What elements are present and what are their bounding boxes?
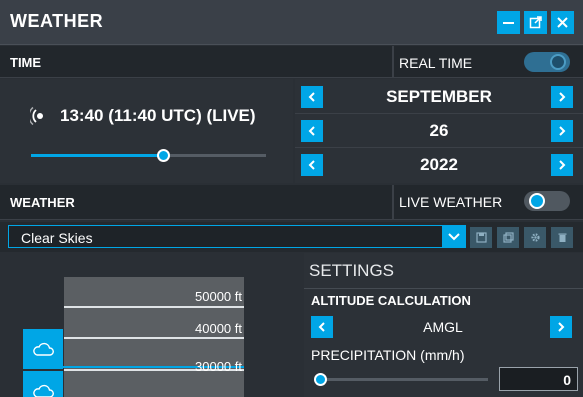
year-value: 2022 xyxy=(420,155,458,174)
undock-button[interactable] xyxy=(524,11,547,34)
close-icon xyxy=(557,17,568,28)
toggle-knob xyxy=(550,54,566,70)
time-section-label: TIME xyxy=(10,55,42,70)
day-picker: 26 xyxy=(295,115,583,148)
precipitation-label: PRECIPITATION (mm/h) xyxy=(311,347,465,363)
chevron-right-icon xyxy=(559,160,566,170)
year-next-button[interactable] xyxy=(551,154,573,176)
window-title: WEATHER xyxy=(10,11,104,31)
precipitation-slider-thumb[interactable] xyxy=(314,373,327,386)
chevron-right-icon xyxy=(559,126,566,136)
live-broadcast-icon xyxy=(30,106,43,126)
save-as-preset-button[interactable] xyxy=(497,227,519,248)
save-icon xyxy=(475,232,487,243)
time-header: TIME REAL TIME xyxy=(0,46,583,78)
toggle-knob xyxy=(529,193,545,209)
dropdown-toggle-button[interactable] xyxy=(442,226,465,247)
chevron-left-icon xyxy=(318,322,325,332)
altitude-calc-prev-button[interactable] xyxy=(311,316,333,338)
altitude-calc-value: AMGL xyxy=(423,319,463,335)
date-picker-area: SEPTEMBER 26 2022 xyxy=(295,79,583,183)
real-time-toggle[interactable] xyxy=(524,52,570,72)
title-bar[interactable]: WEATHER xyxy=(0,0,583,45)
settings-title: SETTINGS xyxy=(309,261,395,280)
preset-value: Clear Skies xyxy=(21,230,93,246)
altitude-diagram: 50000 ft 40000 ft 30000 ft xyxy=(0,253,302,397)
month-next-button[interactable] xyxy=(551,86,573,108)
cloud-layer-button[interactable] xyxy=(23,371,63,397)
header-divider xyxy=(392,46,394,78)
altitude-line-50000 xyxy=(64,306,244,308)
gear-icon xyxy=(530,233,540,242)
chevron-right-icon xyxy=(558,322,565,332)
month-value: SEPTEMBER xyxy=(386,87,492,106)
live-weather-toggle[interactable] xyxy=(524,191,570,211)
time-readout: 13:40 (11:40 UTC) (LIVE) xyxy=(60,106,256,125)
time-slider-thumb[interactable] xyxy=(157,149,170,162)
time-slider-fill xyxy=(31,154,163,157)
weather-preset-dropdown[interactable]: Clear Skies xyxy=(8,225,466,248)
time-display-area: 13:40 (11:40 UTC) (LIVE) xyxy=(0,79,293,183)
day-value: 26 xyxy=(429,121,449,140)
altitude-calculation-label: ALTITUDE CALCULATION xyxy=(311,293,471,308)
chevron-left-icon xyxy=(308,160,315,170)
preset-row: Clear Skies xyxy=(0,222,583,252)
delete-preset-button[interactable] xyxy=(551,227,573,248)
month-prev-button[interactable] xyxy=(301,86,323,108)
weather-header: WEATHER LIVE WEATHER xyxy=(0,185,583,220)
chevron-left-icon xyxy=(308,92,315,102)
close-button[interactable] xyxy=(551,11,574,34)
month-picker: SEPTEMBER xyxy=(295,81,583,114)
external-window-icon xyxy=(529,16,542,29)
live-weather-label: LIVE WEATHER xyxy=(399,194,503,210)
altitude-label-30000: 30000 ft xyxy=(195,359,242,374)
real-time-label: REAL TIME xyxy=(399,55,473,71)
chevron-left-icon xyxy=(308,126,315,136)
settings-panel: SETTINGS ALTITUDE CALCULATION AMGL PRECI… xyxy=(304,253,583,397)
chevron-down-icon xyxy=(447,232,460,240)
minimize-button[interactable] xyxy=(497,11,520,34)
cloud-layer-button[interactable] xyxy=(23,329,63,369)
trash-icon xyxy=(558,233,566,242)
weather-section-label: WEATHER xyxy=(10,195,75,210)
settings-divider xyxy=(304,288,583,289)
altitude-calc-next-button[interactable] xyxy=(550,316,572,338)
weather-panel: WEATHER TIME REAL TIME 13:40 (11:40 UTC)… xyxy=(0,0,583,397)
minimize-icon xyxy=(503,22,514,24)
year-picker: 2022 xyxy=(295,149,583,182)
precipitation-slider-track[interactable] xyxy=(320,378,488,381)
copy-icon xyxy=(502,232,514,243)
precipitation-input[interactable]: 0 xyxy=(499,367,578,391)
save-preset-button[interactable] xyxy=(470,227,492,248)
altitude-line-40000 xyxy=(64,337,244,339)
cloud-icon xyxy=(33,342,54,356)
day-next-button[interactable] xyxy=(551,120,573,142)
header-divider xyxy=(392,185,394,220)
altitude-label-40000: 40000 ft xyxy=(195,321,242,336)
chevron-right-icon xyxy=(559,92,566,102)
altitude-label-50000: 50000 ft xyxy=(195,289,242,304)
year-prev-button[interactable] xyxy=(301,154,323,176)
preset-settings-button[interactable] xyxy=(524,227,546,248)
cloud-icon xyxy=(33,384,54,397)
day-prev-button[interactable] xyxy=(301,120,323,142)
